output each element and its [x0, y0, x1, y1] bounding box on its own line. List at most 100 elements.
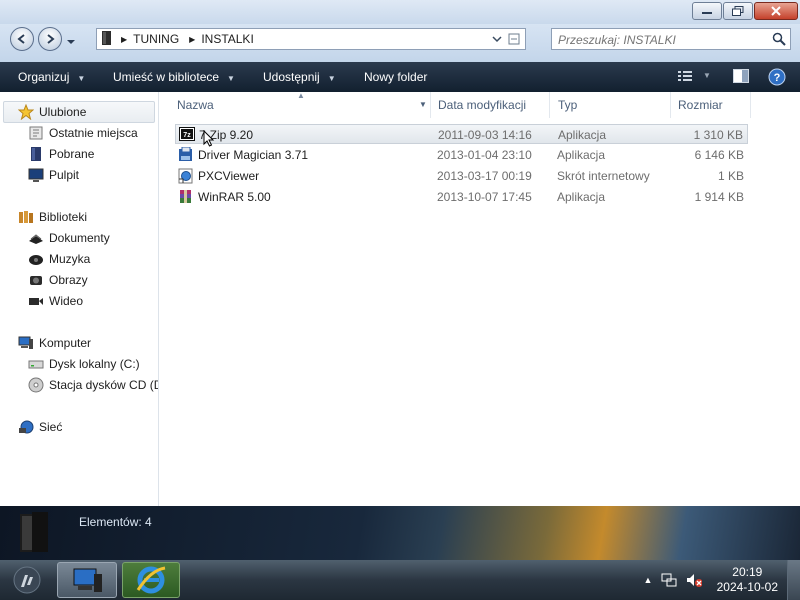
command-bar: Organizuj ▼ Umieść w bibliotece ▼ Udostępn…: [0, 62, 800, 92]
preview-pane-button[interactable]: [733, 69, 749, 86]
window-titlebar: [0, 0, 800, 24]
computer-icon: [73, 568, 102, 592]
file-date: 2013-03-17 00:19: [437, 169, 532, 183]
nav-item-label: Pobrane: [49, 147, 95, 161]
nav-network[interactable]: Sieć: [18, 417, 62, 437]
file-type: Aplikacja: [558, 128, 607, 142]
preview-pane-icon: [733, 69, 749, 83]
nav-item-desktop[interactable]: Pulpit: [28, 165, 79, 185]
volume-muted-icon[interactable]: [686, 572, 702, 588]
view-dropdown-icon[interactable]: ▼: [703, 71, 711, 80]
close-icon: [771, 6, 781, 16]
file-row[interactable]: WinRAR 5.00 2013-10-07 17:45 Aplikacja 1…: [175, 187, 748, 207]
column-header-type[interactable]: Typ: [558, 98, 577, 112]
share-menu[interactable]: Udostępnij ▼: [263, 70, 336, 84]
column-header-name[interactable]: Nazwa: [177, 98, 214, 112]
taskbar-ie-button[interactable]: [122, 562, 180, 598]
show-desktop-button[interactable]: [787, 560, 800, 600]
nav-computer[interactable]: Komputer: [18, 333, 91, 353]
back-button[interactable]: [10, 27, 34, 51]
file-name: PXCViewer: [198, 169, 260, 183]
nav-item-downloads[interactable]: Pobrane: [28, 144, 94, 164]
nav-item-label: Muzyka: [49, 252, 91, 266]
network-status-icon[interactable]: [661, 572, 677, 588]
star-icon: [18, 104, 34, 120]
close-button[interactable]: [754, 2, 798, 20]
nav-item-recent-places[interactable]: Ostatnie miejsca: [28, 123, 138, 143]
column-header-size[interactable]: Rozmiar: [678, 98, 723, 112]
file-row[interactable]: PXCViewer 2013-03-17 00:19 Skrót interne…: [175, 166, 748, 186]
nav-favorites[interactable]: Ulubione: [18, 102, 86, 122]
nav-item-local-disk[interactable]: Dysk lokalny (C:): [28, 354, 140, 374]
nav-libraries-label: Biblioteki: [39, 210, 88, 224]
items-count: Elementów: 4: [79, 515, 152, 529]
nav-item-label: Dokumenty: [49, 231, 110, 245]
recent-places-icon: [28, 125, 44, 141]
videos-icon: [28, 293, 44, 309]
clock-date: 2024-10-02: [716, 580, 778, 594]
navigation-pane: Ulubione Ostatnie miejsca Pobrane Pulpit…: [0, 92, 159, 506]
nav-item-label: Wideo: [49, 294, 84, 308]
chevron-down-icon: ▼: [77, 74, 86, 83]
svg-text:?: ?: [774, 72, 781, 84]
search-icon[interactable]: [772, 32, 786, 49]
window-controls: [692, 2, 798, 20]
computer-icon: [18, 335, 34, 351]
organize-label: Organizuj: [18, 70, 70, 84]
column-divider[interactable]: [750, 92, 751, 118]
arrow-left-icon: [17, 34, 25, 44]
column-divider[interactable]: [430, 92, 431, 118]
address-bar[interactable]: ▶ TUNING ▶ INSTALKI: [96, 28, 526, 50]
address-dropdown-icon[interactable]: [491, 33, 503, 48]
windows-logo-icon: [13, 566, 41, 594]
nav-item-music[interactable]: Muzyka: [28, 249, 90, 269]
start-button[interactable]: [4, 562, 50, 598]
file-name: Driver Magician 3.71: [198, 148, 309, 162]
system-clock[interactable]: 20:19 2024-10-02: [717, 565, 778, 595]
nav-favorites-label: Ulubione: [39, 105, 87, 119]
breadcrumb-segment[interactable]: TUNING: [133, 32, 179, 46]
breadcrumb-segment[interactable]: INSTALKI: [201, 32, 253, 46]
column-header-row: ▲ Nazwa ▼ Data modyfikacji Typ Rozmiar: [159, 91, 800, 118]
network-icon: [18, 419, 34, 435]
help-button[interactable]: ?: [768, 68, 786, 89]
refresh-icon[interactable]: [507, 32, 521, 49]
taskbar: ▲ 20:19 2024-10-02: [0, 560, 800, 600]
forward-button[interactable]: [38, 27, 62, 51]
nav-item-label: Stacja dysków CD (D: [49, 378, 159, 392]
cd-drive-icon: [28, 377, 44, 393]
internet-explorer-icon: [136, 566, 166, 594]
search-input[interactable]: [556, 31, 765, 49]
breadcrumb-separator-icon: ▶: [189, 34, 196, 44]
view-options-button[interactable]: [678, 70, 692, 85]
taskbar-explorer-button[interactable]: [57, 562, 117, 598]
file-row[interactable]: 7z 7-Zip 9.20 2011-09-03 14:16 Aplikacja…: [175, 124, 748, 147]
minimize-icon: [702, 12, 712, 14]
maximize-button[interactable]: [723, 2, 753, 20]
nav-item-documents[interactable]: Dokumenty: [28, 228, 110, 248]
nav-item-cd-drive[interactable]: Stacja dysków CD (D: [28, 375, 159, 395]
file-date: 2013-01-04 23:10: [437, 148, 532, 162]
show-hidden-icons-icon[interactable]: ▲: [640, 572, 656, 588]
minimize-button[interactable]: [692, 2, 722, 20]
include-in-library-menu[interactable]: Umieść w bibliotece ▼: [113, 70, 235, 84]
nav-item-pictures[interactable]: Obrazy: [28, 270, 88, 290]
column-divider[interactable]: [670, 92, 671, 118]
file-size: 1 310 KB: [693, 128, 743, 142]
file-row[interactable]: Driver Magician 3.71 2013-01-04 23:10 Ap…: [175, 145, 748, 165]
column-header-date[interactable]: Data modyfikacji: [438, 98, 526, 112]
help-icon: ?: [768, 68, 786, 86]
nav-libraries[interactable]: Biblioteki: [18, 207, 87, 227]
column-divider[interactable]: [549, 92, 550, 118]
search-box[interactable]: [551, 28, 791, 50]
folder-large-icon: [18, 510, 52, 557]
details-pane: Elementów: 4: [0, 506, 800, 560]
nav-network-label: Sieć: [39, 420, 63, 434]
documents-icon: [28, 230, 44, 246]
recent-pages-dropdown[interactable]: [66, 35, 76, 49]
column-filter-icon[interactable]: ▼: [419, 100, 427, 109]
new-folder-button[interactable]: Nowy folder: [364, 70, 427, 84]
organize-menu[interactable]: Organizuj ▼: [18, 70, 85, 84]
nav-item-videos[interactable]: Wideo: [28, 291, 83, 311]
sort-ascending-icon: ▲: [297, 91, 305, 100]
